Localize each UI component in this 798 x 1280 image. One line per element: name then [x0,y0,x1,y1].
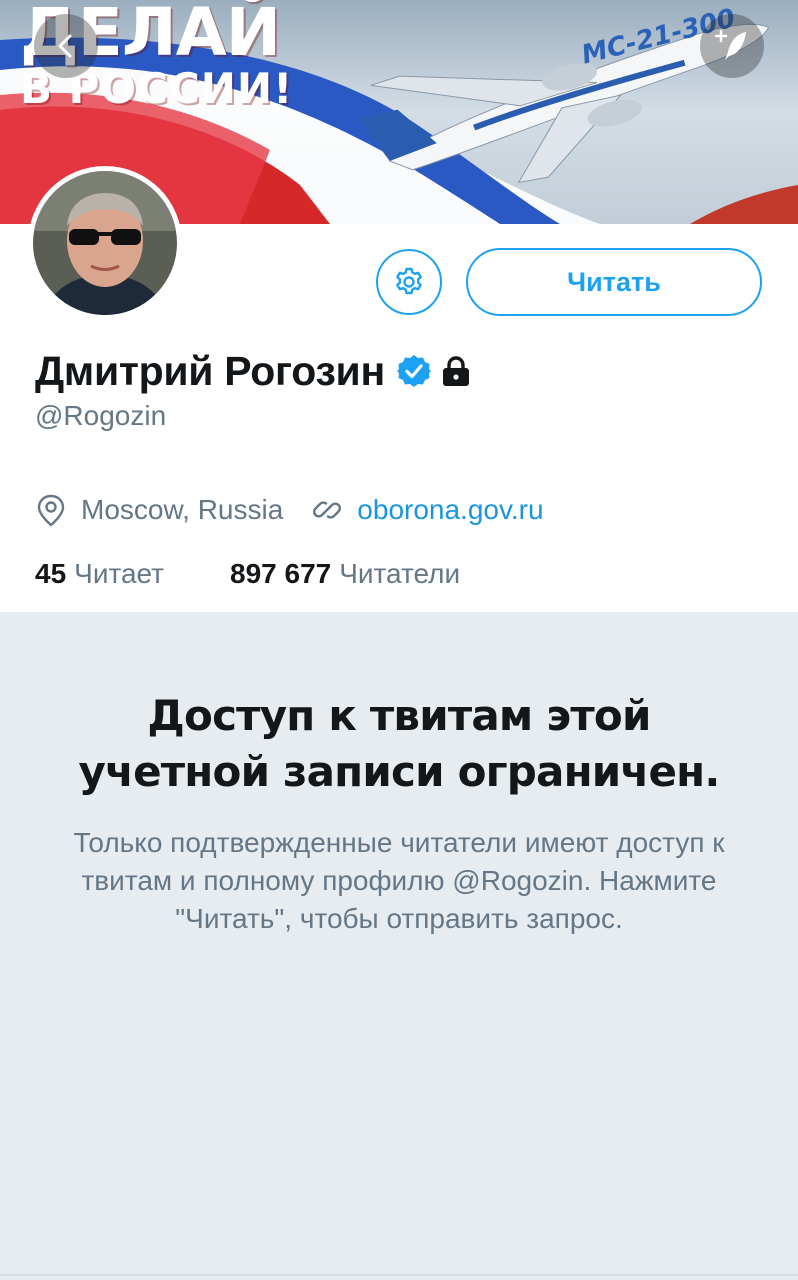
profile-location: Moscow, Russia [81,494,284,525]
protected-notice-body: Только подтвержденные читатели имеют дос… [73,827,725,934]
followers-label: Читатели [339,558,461,589]
website-item: oborona.gov.ru [311,494,544,526]
profile-stats: 45 Читает 897 677 Читатели [35,554,460,594]
followers-count: 897 677 [230,558,332,589]
following-count: 45 [35,558,67,589]
avatar-photo [33,171,177,315]
back-button[interactable] [34,14,98,78]
gear-icon [396,267,422,295]
lock-icon [442,356,469,386]
profile-website-link[interactable]: oborona.gov.ru [357,494,543,526]
profile-name: Дмитрий Рогозин [35,347,385,394]
link-icon [313,501,342,519]
compose-feather-icon [714,29,746,60]
following-label: Читает [74,558,165,589]
avatar[interactable] [28,166,182,320]
location-item: Moscow, Russia [35,493,283,527]
profile-meta: Moscow, Russia oborona.gov.ru [35,490,544,530]
protected-account-notice: Доступ к твитам этой учетной записи огра… [0,612,798,938]
location-pin-icon [37,494,65,527]
profile-name-row: Дмитрий Рогозин [35,344,473,398]
profile-handle: @Rogozin [35,400,167,431]
protected-notice-title: Доступ к твитам этой учетной записи огра… [78,691,720,796]
followers-stat[interactable]: 897 677 Читатели [230,558,460,590]
compose-tweet-button[interactable] [700,14,764,78]
follow-button[interactable]: Читать [466,248,762,316]
following-stat[interactable]: 45 Читает [35,558,164,590]
divider [0,1274,798,1276]
verified-badge-icon [396,355,431,387]
profile-settings-button[interactable] [376,249,442,315]
chevron-left-icon [58,34,72,58]
